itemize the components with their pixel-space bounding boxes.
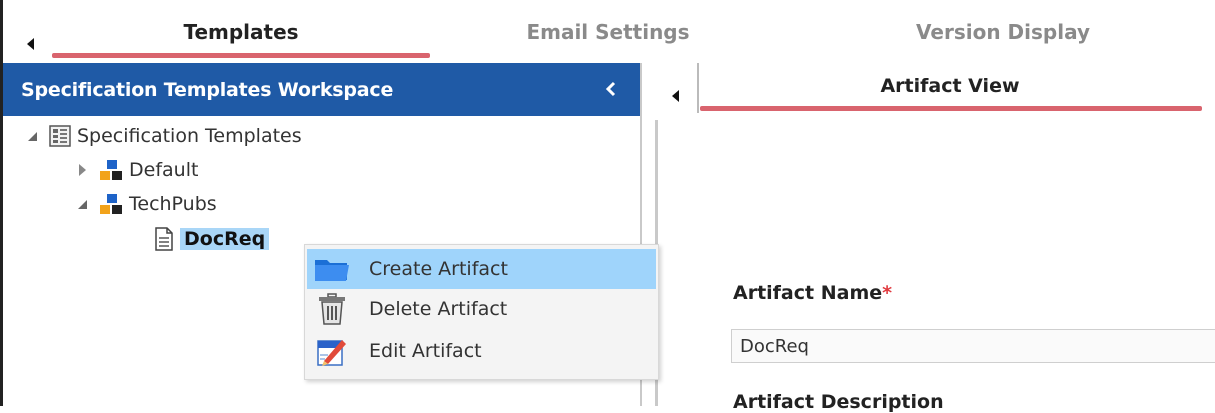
tab-scroll-left-button[interactable]	[19, 29, 41, 59]
document-icon	[154, 227, 174, 251]
trash-icon	[307, 293, 357, 325]
tab-templates-label: Templates	[183, 20, 299, 44]
artifact-name-label: Artifact Name*	[733, 282, 892, 304]
artifact-tab-bar: Artifact View	[660, 63, 1215, 113]
context-menu: Create Artifact Delete Artifact Edit Art…	[304, 244, 659, 380]
triangle-left-icon	[671, 90, 679, 102]
menu-item-delete-artifact[interactable]: Delete Artifact	[307, 289, 656, 329]
group-icon	[99, 158, 123, 182]
expand-toggle[interactable]	[25, 129, 39, 143]
tab-email-settings[interactable]: Email Settings	[473, 0, 743, 58]
chevron-left-icon	[605, 81, 616, 97]
tree-node-label-selected: DocReq	[180, 228, 270, 250]
workspace-header: Specification Templates Workspace	[3, 63, 640, 116]
group-icon	[99, 192, 123, 216]
menu-item-create-artifact[interactable]: Create Artifact	[307, 249, 656, 289]
folder-icon	[307, 255, 357, 283]
tab-version-display[interactable]: Version Display	[863, 0, 1143, 58]
tree-node-docreq[interactable]: DocReq	[154, 225, 270, 253]
menu-item-label: Create Artifact	[369, 258, 508, 280]
expand-toggle[interactable]	[75, 163, 89, 177]
edit-icon	[307, 335, 357, 367]
collapsed-arrow-icon	[78, 164, 86, 176]
tab-templates[interactable]: Templates	[52, 0, 430, 58]
artifact-description-label: Artifact Description	[733, 391, 944, 413]
tab-divider	[697, 63, 699, 113]
artifact-tab-scroll-left-button[interactable]	[664, 81, 686, 111]
template-list-icon	[49, 125, 71, 147]
tab-email-settings-label: Email Settings	[526, 20, 690, 44]
required-marker: *	[882, 282, 893, 304]
active-tab-underline	[700, 106, 1202, 111]
menu-item-edit-artifact[interactable]: Edit Artifact	[307, 331, 656, 371]
active-tab-underline	[52, 53, 430, 58]
top-tab-bar: Templates Email Settings Version Display	[3, 0, 1215, 58]
workspace-title: Specification Templates Workspace	[21, 78, 394, 101]
menu-item-label: Edit Artifact	[369, 340, 482, 362]
menu-item-label: Delete Artifact	[369, 298, 508, 320]
tree-node-default[interactable]: Default	[75, 156, 198, 184]
collapse-panel-button[interactable]	[600, 77, 622, 101]
tree-node-label: Specification Templates	[77, 125, 302, 147]
triangle-left-icon	[26, 38, 34, 50]
tab-artifact-view-label: Artifact View	[880, 75, 1020, 97]
expand-toggle[interactable]	[75, 197, 89, 211]
artifact-name-label-text: Artifact Name	[733, 282, 883, 304]
tree-node-specification-templates[interactable]: Specification Templates	[25, 122, 302, 150]
tree-node-label: TechPubs	[129, 193, 217, 215]
tree-node-label: Default	[129, 159, 199, 181]
expanded-arrow-icon	[77, 199, 87, 209]
expanded-arrow-icon	[27, 131, 37, 141]
artifact-name-input[interactable]	[731, 329, 1215, 363]
artifact-view-panel: Artifact View Artifact Name* Artifact De…	[660, 63, 1215, 413]
tab-version-display-label: Version Display	[916, 20, 1090, 44]
tree-node-techpubs[interactable]: TechPubs	[75, 190, 217, 218]
